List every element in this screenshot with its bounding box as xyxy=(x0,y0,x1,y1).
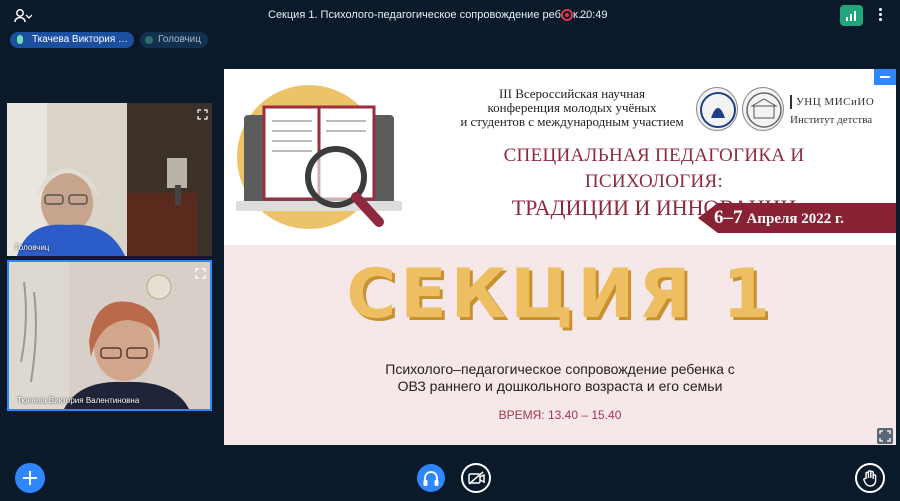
book-magnifier-icon xyxy=(236,85,402,229)
conference-line: конференция молодых учёных xyxy=(487,100,657,115)
participant-video xyxy=(7,103,212,256)
conference-line: III Всероссийская научная xyxy=(498,86,646,101)
org-name: УНЦ МИСиИО xyxy=(790,95,874,109)
speaker-chip-label: Ткачева Виктория … xyxy=(32,34,129,45)
signal-icon xyxy=(854,11,856,21)
mic-icon xyxy=(17,35,23,44)
video-tile-active[interactable]: Ткачева Виктория Валентиновна xyxy=(7,260,212,411)
section-title: СЕКЦИЯ 1 xyxy=(346,255,774,334)
add-plus-icon[interactable] xyxy=(15,463,45,493)
signal-icon xyxy=(850,14,852,21)
headphones-icon xyxy=(423,471,439,486)
top-bar: Секция 1. Психолого-педагогическое сопро… xyxy=(0,0,900,32)
avatar-icon xyxy=(145,36,153,44)
speaker-chip[interactable]: Головчиц xyxy=(140,32,208,48)
fullscreen-icon[interactable] xyxy=(877,428,893,444)
participants-people-icon[interactable] xyxy=(14,8,33,24)
recording-time: 20:49 xyxy=(580,9,608,21)
date-days: 6–7 xyxy=(714,207,743,228)
speaker-chip-label: Головчиц xyxy=(158,34,201,45)
recording-icon xyxy=(561,9,573,21)
expand-icon[interactable] xyxy=(195,266,206,279)
subtitle-line: Психолого–педагогическое сопровождение р… xyxy=(385,361,735,377)
camera-off-icon xyxy=(468,471,485,485)
shared-screen[interactable]: III Всероссийская научная конференция мо… xyxy=(224,69,896,445)
university-emblem-logo xyxy=(696,87,738,131)
tile-participant-name: Ткачева Виктория Валентиновна xyxy=(17,396,140,405)
slide-header: III Всероссийская научная конференция мо… xyxy=(224,69,896,245)
connection-quality-button[interactable] xyxy=(840,5,863,26)
video-tile[interactable]: Головчиц xyxy=(7,103,212,256)
minimize-icon[interactable] xyxy=(874,69,896,85)
conference-title: III Всероссийская научная конференция мо… xyxy=(442,87,702,129)
university-building-logo xyxy=(742,87,784,131)
more-vertical-icon[interactable] xyxy=(872,6,888,26)
subtitle-line: ОВЗ раннего и дошкольного возраста и его… xyxy=(397,378,723,394)
tile-participant-name: Головчиц xyxy=(15,243,50,252)
participant-video xyxy=(9,262,210,409)
section-time: ВРЕМЯ: 13.40 – 15.40 xyxy=(498,408,622,422)
speaker-chip-active[interactable]: Ткачева Виктория … xyxy=(10,32,134,48)
conference-date: 6–7 Апреля 2022 г. xyxy=(714,207,844,229)
raise-hand-icon xyxy=(863,470,877,487)
section-subtitle: Психолого–педагогическое сопровождение р… xyxy=(284,361,836,395)
call-title: Секция 1. Психолого-педагогическое сопро… xyxy=(268,9,589,21)
audio-headphones-button[interactable] xyxy=(417,464,445,492)
org-subtitle: Институт детства xyxy=(790,114,873,126)
signal-icon xyxy=(846,17,848,21)
title-line: СПЕЦИАЛЬНАЯ ПЕДАГОГИКА И ПСИХОЛОГИЯ: xyxy=(503,145,805,192)
conference-line: и студентов с международным участием xyxy=(460,114,684,129)
camera-toggle-button[interactable] xyxy=(461,463,491,493)
raise-hand-button[interactable] xyxy=(855,463,885,493)
date-month-year: Апреля 2022 г. xyxy=(746,211,844,227)
org-logo-text: УНЦ МИСиИО Институт детства xyxy=(790,95,874,127)
expand-icon[interactable] xyxy=(197,107,208,120)
